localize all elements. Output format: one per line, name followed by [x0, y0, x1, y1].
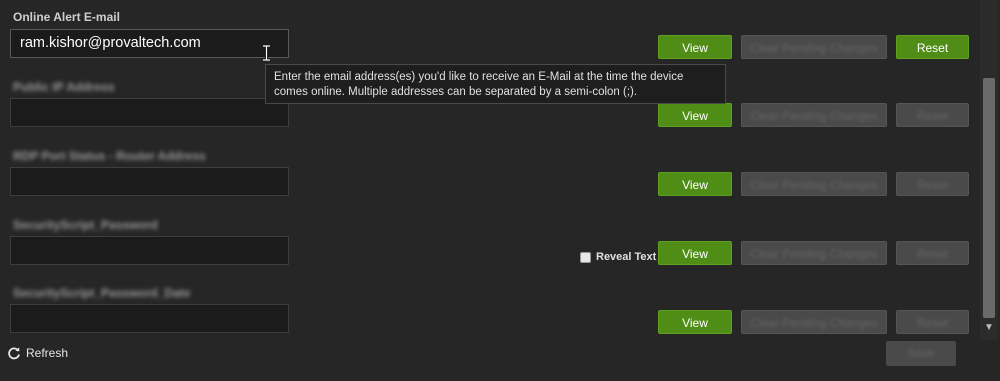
reset-button[interactable]: Reset [896, 172, 969, 196]
reset-button[interactable]: Reset [896, 241, 969, 265]
field-label-online-alert-email: Online Alert E-mail [13, 10, 120, 24]
public-ip-address-input[interactable] [10, 98, 289, 127]
reset-button[interactable]: Reset [896, 310, 969, 334]
refresh-label: Refresh [26, 346, 69, 360]
custom-fields-panel: Online Alert E-mail ram.kishor@provaltec… [0, 0, 978, 340]
refresh-icon [8, 347, 20, 360]
view-button[interactable]: View [658, 172, 732, 196]
reveal-text-checkbox[interactable] [580, 251, 591, 263]
text-cursor-icon [263, 45, 270, 61]
security-password-input[interactable] [10, 236, 289, 265]
field-label-security-password: SecurityScript_Password [13, 218, 158, 232]
clear-pending-changes-button[interactable]: Clear Pending Changes [741, 103, 887, 127]
clear-pending-changes-button[interactable]: Clear Pending Changes [741, 241, 887, 265]
chevron-down-icon[interactable]: ▼ [984, 322, 994, 333]
clear-pending-changes-button[interactable]: Clear Pending Changes [741, 310, 887, 334]
view-button[interactable]: View [658, 310, 732, 334]
field-label-security-password-date: SecurityScript_Password_Date [13, 286, 191, 300]
save-button[interactable]: Save [886, 341, 956, 366]
reveal-text-toggle[interactable]: Reveal Text [580, 251, 656, 263]
vertical-scrollbar[interactable]: ▼ [980, 0, 998, 340]
clear-pending-changes-button[interactable]: Clear Pending Changes [741, 35, 887, 59]
view-button[interactable]: View [658, 103, 732, 127]
email-field-tooltip: Enter the email address(es) you'd like t… [265, 64, 726, 104]
clear-pending-changes-button[interactable]: Clear Pending Changes [741, 172, 887, 196]
reset-button[interactable]: Reset [896, 103, 969, 127]
scrollbar-thumb[interactable] [983, 78, 995, 318]
view-button[interactable]: View [658, 35, 732, 59]
security-password-date-input[interactable] [10, 304, 289, 333]
reveal-text-label: Reveal Text [596, 251, 657, 263]
view-button[interactable]: View [658, 241, 732, 265]
online-alert-email-input[interactable]: ram.kishor@provaltech.com [10, 29, 289, 58]
field-label-rdp-port-status: RDP Port Status - Router Address [13, 149, 206, 163]
refresh-button[interactable]: Refresh [7, 346, 68, 360]
rdp-port-status-input[interactable] [10, 167, 289, 196]
reset-button[interactable]: Reset [896, 35, 969, 59]
field-label-public-ip-address: Public IP Address [13, 80, 115, 94]
